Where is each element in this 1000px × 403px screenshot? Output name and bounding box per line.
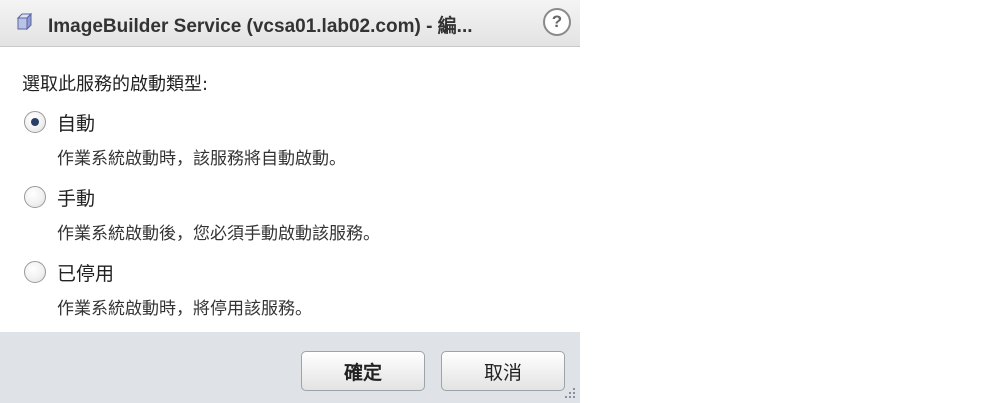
cube-icon [16,13,33,31]
radio-disabled[interactable] [24,261,46,283]
option-manual-description: 作業系統啟動後，您必須手動啟動該服務。 [57,224,380,244]
option-disabled-label[interactable]: 已停用 [57,259,114,286]
option-disabled[interactable]: 已停用 作業系統啟動時，將停用該服務。 [22,259,562,321]
dialog-titlebar[interactable]: ImageBuilder Service (vcsa01.lab02.com) … [0,0,580,47]
cancel-button[interactable]: 取消 [441,351,565,391]
option-automatic-label[interactable]: 自動 [57,109,95,136]
dialog-title: ImageBuilder Service (vcsa01.lab02.com) … [48,16,473,37]
option-manual[interactable]: 手動 作業系統啟動後，您必須手動啟動該服務。 [22,184,562,246]
ok-button[interactable]: 確定 [301,351,425,391]
radio-manual[interactable] [24,186,46,208]
radio-automatic[interactable] [24,111,46,133]
option-disabled-description: 作業系統啟動時，將停用該服務。 [57,299,312,319]
option-automatic[interactable]: 自動 作業系統啟動時，該服務將自動啟動。 [22,109,562,171]
help-button[interactable]: ? [543,8,571,36]
resize-grip-icon[interactable] [562,385,576,399]
edit-startup-type-dialog: ImageBuilder Service (vcsa01.lab02.com) … [0,0,580,403]
option-manual-label[interactable]: 手動 [57,184,95,211]
dialog-footer: 確定 取消 [0,332,580,403]
startup-type-prompt: 選取此服務的啟動類型: [22,74,209,95]
option-automatic-description: 作業系統啟動時，該服務將自動啟動。 [57,149,346,169]
